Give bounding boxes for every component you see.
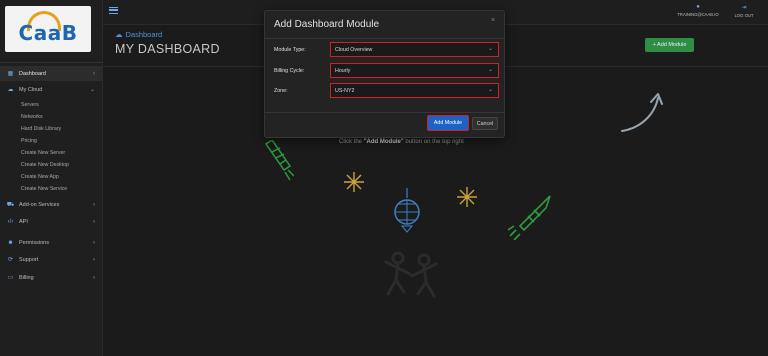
code-icon: ‹/›: [7, 218, 14, 225]
user-icon: ●: [696, 4, 700, 10]
addon-icon: ⛟: [6, 201, 15, 208]
sidebar-item-label: Support: [19, 256, 39, 263]
users-icon: ☻: [7, 239, 14, 246]
dashboard-icon: ☁: [115, 30, 123, 39]
sidebar-item-permissions[interactable]: ☻ Permissions ›: [0, 235, 103, 250]
page-title: MY DASHBOARD: [115, 42, 220, 56]
billing-cycle-label: Billing Cycle:: [274, 68, 305, 74]
username-label: TRAINING@CAAB.IO: [677, 12, 719, 17]
sidebar-item-label: My Cloud: [19, 86, 43, 93]
chevron-down-icon: ⌄: [487, 67, 493, 73]
sidebar-item-label: Add-on Services: [19, 201, 60, 208]
sidebar-subitem-hard-disk-library[interactable]: Hard Disk Library: [0, 124, 103, 134]
sidebar-item-label: API: [19, 218, 28, 225]
modal-divider: [265, 38, 504, 39]
firework-rocket-icon: [264, 140, 294, 181]
sparkle-icon: [344, 172, 364, 192]
close-icon[interactable]: ×: [491, 17, 495, 24]
zone-label: Zone:: [274, 88, 288, 94]
sidebar-item-label: Billing: [19, 274, 34, 281]
modal-title: Add Dashboard Module: [274, 19, 380, 30]
hint-prefix: Click the: [339, 139, 364, 145]
empty-state-hint: Click the "Add Module" button on the top…: [339, 139, 464, 145]
module-type-select[interactable]: Cloud Overview ⌄: [330, 42, 499, 57]
sidebar-subitem-servers[interactable]: Servers: [0, 100, 103, 110]
chevron-down-icon: ⌄: [89, 87, 95, 93]
brand-logo[interactable]: CaaB: [5, 6, 91, 52]
sidebar-item-support[interactable]: ⟳ Support ›: [0, 252, 103, 267]
chevron-right-icon: ›: [93, 201, 95, 208]
user-menu[interactable]: ● TRAINING@CAAB.IO: [673, 4, 723, 17]
sidebar-subitem-networks[interactable]: Networks: [0, 112, 103, 122]
dashboard-icon: ▦: [7, 71, 14, 77]
zone-value: US-NY2: [335, 87, 355, 94]
billing-cycle-select[interactable]: Hourly ⌄: [330, 63, 499, 78]
sidebar-item-api[interactable]: ‹/› API ›: [0, 214, 103, 229]
dancing-figures-icon: [384, 251, 438, 298]
logout-icon: ⇥: [741, 5, 747, 11]
sidebar-subitem-create-new-service[interactable]: Create New Service: [0, 184, 103, 194]
sidebar-item-billing[interactable]: ▭ Billing ›: [0, 270, 103, 285]
sidebar-item-my-cloud[interactable]: ☁ My Cloud ⌄: [0, 82, 103, 97]
support-icon: ⟳: [7, 257, 14, 263]
chevron-right-icon: ›: [93, 256, 95, 263]
billing-icon: ▭: [7, 275, 14, 281]
cloud-icon: ☁: [7, 87, 14, 93]
disco-ball-icon: [394, 188, 420, 233]
logo-text: CaaB: [18, 21, 78, 45]
module-type-label: Module Type:: [274, 47, 306, 53]
chevron-down-icon: ⌄: [487, 87, 493, 93]
curved-arrow-icon: [621, 93, 663, 132]
hint-suffix: button on the top right: [403, 139, 464, 145]
chevron-right-icon: ›: [93, 218, 95, 225]
sidebar: CaaB ▦ Dashboard › ☁ My Cloud ⌄ Servers …: [0, 0, 103, 356]
module-type-value: Cloud Overview: [335, 46, 373, 53]
breadcrumb[interactable]: ☁ Dashboard: [115, 30, 162, 39]
billing-cycle-value: Hourly: [335, 67, 351, 74]
sidebar-subitem-pricing[interactable]: Pricing: [0, 136, 103, 146]
hamburger-menu-icon[interactable]: [109, 7, 118, 14]
chevron-down-icon: ⌄: [487, 46, 493, 52]
hint-bold: "Add Module": [363, 139, 404, 145]
sidebar-subitem-create-new-app[interactable]: Create New App: [0, 172, 103, 182]
sidebar-divider: [0, 62, 103, 63]
sidebar-subitem-create-new-server[interactable]: Create New Server: [0, 148, 103, 158]
firework-rocket-icon: [507, 195, 551, 240]
add-module-button[interactable]: + Add Module: [645, 38, 694, 52]
logout-label: LOG OUT: [734, 13, 754, 18]
sidebar-item-label: Permissions: [19, 239, 49, 246]
add-dashboard-module-dialog: Add Dashboard Module × Module Type: Clou…: [264, 10, 505, 138]
zone-select[interactable]: US-NY2 ⌄: [330, 83, 499, 98]
sidebar-item-add-on-services[interactable]: ⛟ Add-on Services ›: [0, 197, 103, 212]
sparkle-icon: [457, 187, 477, 207]
sidebar-item-label: Dashboard: [19, 70, 46, 77]
logout-button[interactable]: ⇥ LOG OUT: [727, 4, 761, 18]
breadcrumb-label: Dashboard: [125, 30, 163, 39]
sidebar-subitem-create-new-desktop[interactable]: Create New Desktop: [0, 160, 103, 170]
modal-footer-divider: [265, 112, 504, 113]
chevron-right-icon: ›: [93, 239, 95, 246]
chevron-right-icon: ›: [93, 70, 95, 77]
chevron-right-icon: ›: [93, 274, 95, 281]
add-module-submit-button[interactable]: Add Module: [427, 115, 469, 131]
sidebar-item-dashboard[interactable]: ▦ Dashboard ›: [0, 66, 103, 81]
cancel-button[interactable]: Cancel: [472, 117, 498, 130]
